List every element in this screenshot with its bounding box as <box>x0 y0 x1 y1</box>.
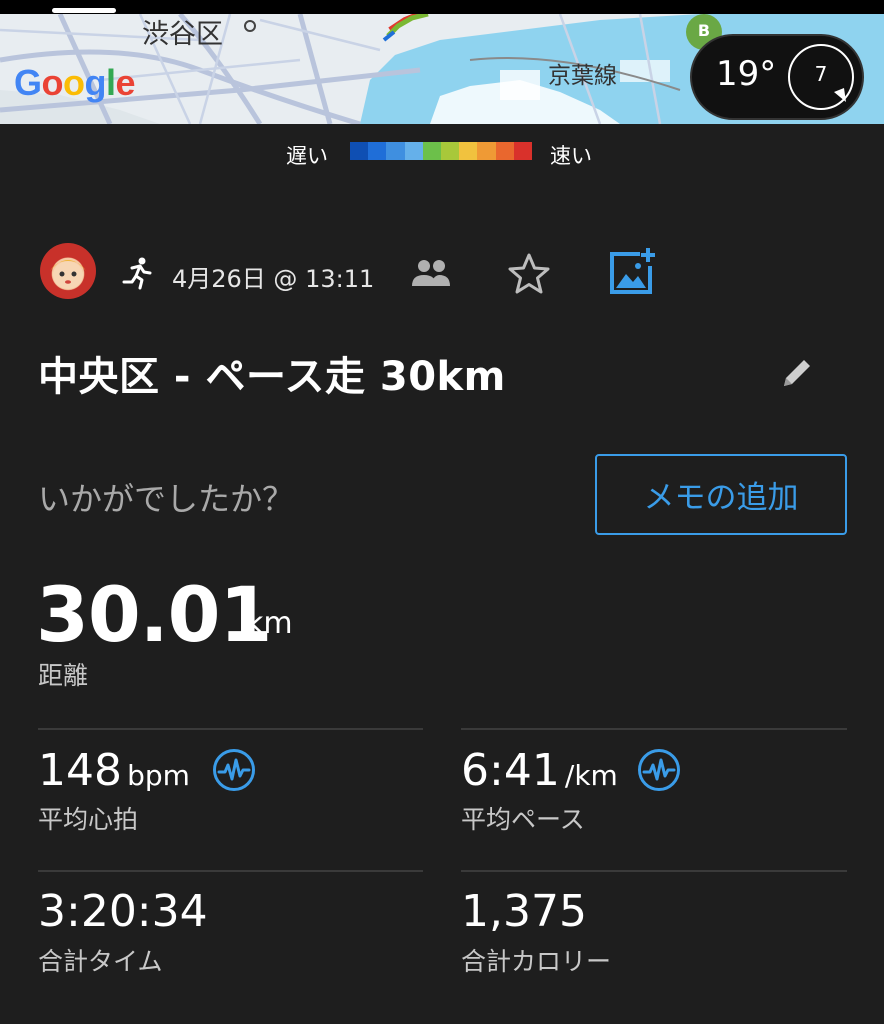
pace-color-segment <box>422 142 442 160</box>
add-memo-button[interactable]: メモの追加 <box>595 454 847 535</box>
pace-color-segment <box>495 142 514 160</box>
divider <box>38 870 423 872</box>
avg-hr-label: 平均心拍 <box>38 805 139 834</box>
pace-chart-icon[interactable] <box>637 748 681 792</box>
divider <box>38 728 423 730</box>
pace-color-scale <box>350 142 533 160</box>
pace-legend-fast: 速い <box>550 144 592 168</box>
avg-pace-unit: /km <box>564 759 618 792</box>
map-label-district: 渋谷区 <box>142 19 223 50</box>
distance-unit: km <box>246 606 293 641</box>
avg-pace-value: 6:41 <box>461 745 560 796</box>
calories-value: 1,375 <box>461 886 587 937</box>
status-indicator <box>52 8 116 13</box>
activity-title: 中央区 - ペース走 30km <box>38 354 506 400</box>
total-time-value: 3:20:34 <box>38 886 208 937</box>
pace-color-segment <box>441 142 460 160</box>
activity-datetime: 4月26日 @ 13:11 <box>172 265 375 293</box>
pace-color-segment <box>459 142 478 160</box>
total-time-label: 合計タイム <box>38 947 163 976</box>
avg-pace-stat[interactable]: 6:41 /km <box>461 745 618 796</box>
heart-rate-chart-icon[interactable] <box>212 748 256 792</box>
divider <box>461 870 847 872</box>
pace-color-segment <box>513 142 533 160</box>
map-label-rail: 京葉線 <box>548 63 617 89</box>
add-photo-icon[interactable] <box>606 246 658 302</box>
google-logo: Google <box>14 62 136 103</box>
avg-hr-value: 148 <box>38 745 122 796</box>
pace-color-segment <box>368 142 387 160</box>
avg-hr-unit: bpm <box>127 759 190 792</box>
star-icon[interactable] <box>506 252 552 300</box>
weather-temperature: 19° <box>716 54 777 94</box>
calories-label: 合計カロリー <box>461 947 612 976</box>
pace-color-segment <box>477 142 496 160</box>
wind-speed: 7 <box>814 62 828 86</box>
distance-label: 距離 <box>38 661 89 690</box>
pace-color-segment <box>404 142 423 160</box>
status-bar <box>0 0 884 14</box>
distance-value: 30.01 <box>36 570 272 659</box>
avg-hr-stat[interactable]: 148 bpm <box>38 745 190 796</box>
pace-legend-slow: 遅い <box>286 144 328 168</box>
divider <box>461 728 847 730</box>
edit-pencil-icon[interactable] <box>780 356 814 394</box>
people-icon[interactable] <box>410 258 452 292</box>
avg-pace-label: 平均ペース <box>461 805 585 834</box>
pace-color-segment <box>386 142 405 160</box>
feedback-prompt: いかがでしたか？ <box>38 480 295 518</box>
avatar[interactable] <box>40 243 96 299</box>
pace-color-segment <box>350 142 369 160</box>
running-icon <box>120 256 154 294</box>
